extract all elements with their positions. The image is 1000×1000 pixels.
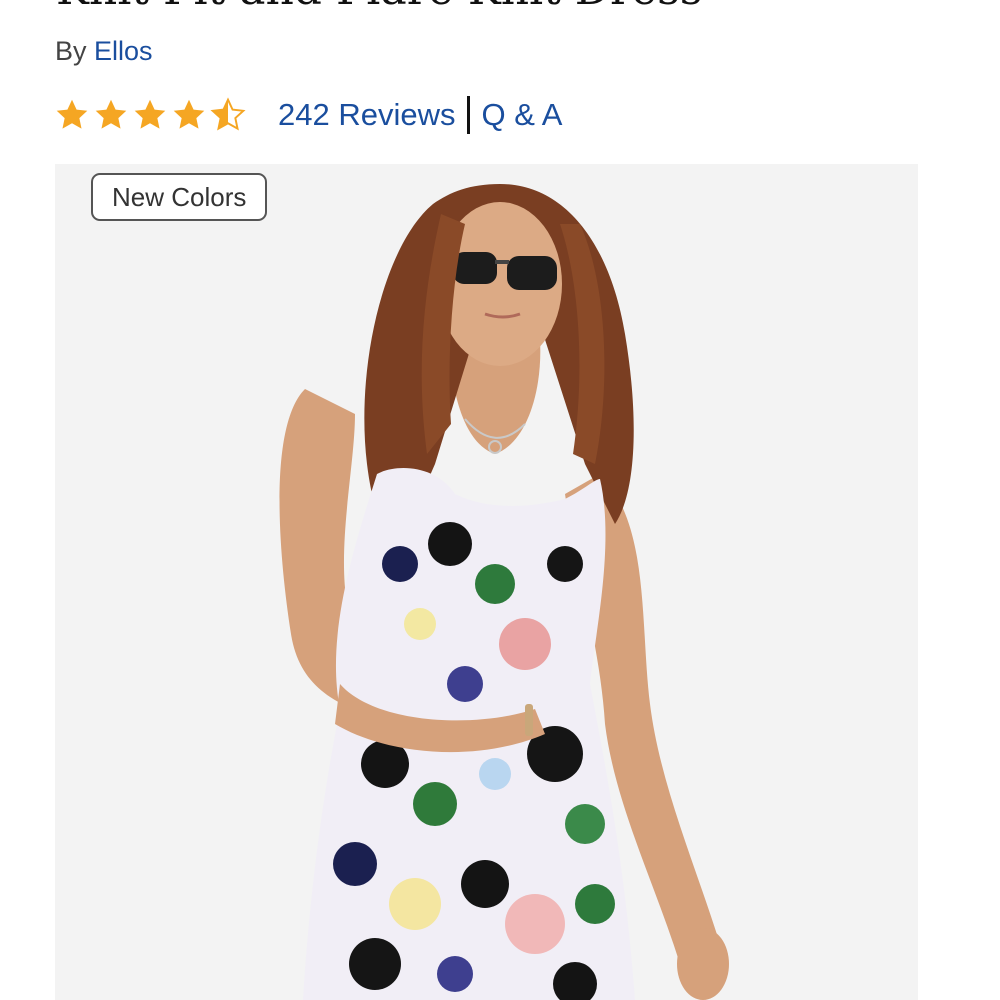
rating-row: 242 Reviews Q & A bbox=[54, 94, 562, 136]
star-half-icon bbox=[210, 97, 246, 131]
brand-byline: By Ellos bbox=[55, 36, 153, 67]
reviews-link[interactable]: 242 Reviews bbox=[278, 97, 455, 133]
new-colors-badge: New Colors bbox=[91, 173, 268, 221]
star-full-icon bbox=[134, 99, 166, 129]
star-full-icon bbox=[95, 99, 127, 129]
star-full-icon bbox=[56, 99, 88, 129]
star-rating[interactable] bbox=[54, 97, 246, 133]
model-photo bbox=[279, 184, 729, 1000]
byline-prefix: By bbox=[55, 36, 87, 66]
star-full-icon bbox=[173, 99, 205, 129]
product-title: Knit Fit and Flare Knit Dress bbox=[56, 0, 956, 14]
brand-link[interactable]: Ellos bbox=[94, 36, 153, 66]
link-divider bbox=[467, 96, 471, 134]
product-image[interactable]: New Colors bbox=[55, 164, 918, 1000]
qa-link[interactable]: Q & A bbox=[481, 97, 562, 133]
